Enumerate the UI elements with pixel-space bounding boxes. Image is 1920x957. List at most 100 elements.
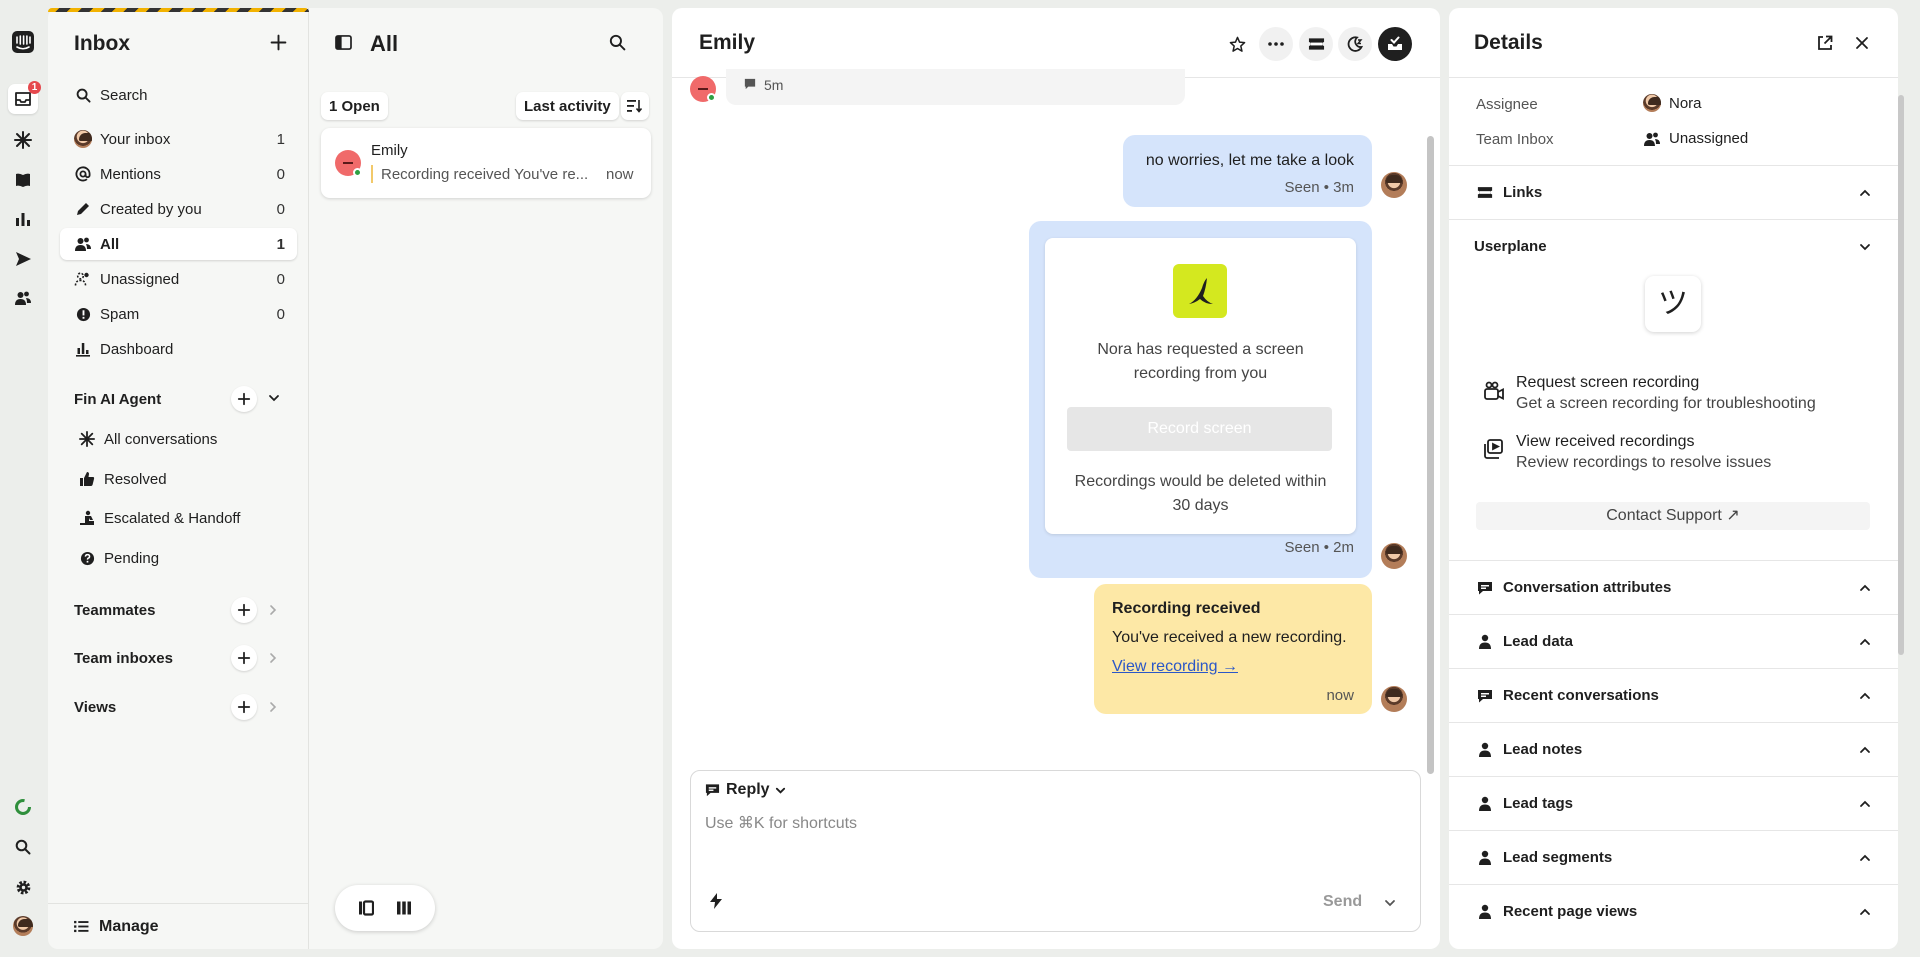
lead-data-section[interactable]: Lead data <box>1449 614 1898 668</box>
fin-nav-icon[interactable] <box>10 127 36 153</box>
chevron-up-icon <box>1859 906 1871 918</box>
reports-nav-icon[interactable] <box>10 206 36 232</box>
fin-item-resolved[interactable]: Resolved <box>78 463 167 495</box>
ticket-icon[interactable] <box>1299 27 1333 61</box>
status-ring-icon[interactable] <box>10 794 36 820</box>
single-pane-layout-icon[interactable] <box>358 900 374 916</box>
toggle-sidebar-icon[interactable] <box>335 35 352 50</box>
sidebar-item-mentions[interactable]: Mentions 0 <box>60 158 297 190</box>
fin-section-title[interactable]: Fin AI Agent <box>74 391 161 408</box>
question-circle-icon <box>78 549 96 567</box>
search-icon[interactable] <box>609 34 626 51</box>
person-icon <box>1476 633 1494 651</box>
chevron-up-icon <box>1859 582 1871 594</box>
conversation-list-item[interactable]: Emily Recording received You've re... no… <box>321 128 651 198</box>
teammates-add-plus-icon[interactable] <box>231 597 257 623</box>
send-button[interactable]: Send <box>1323 893 1362 911</box>
reply-mode-label: Reply <box>726 781 770 798</box>
lead-segments-section[interactable]: Lead segments <box>1449 830 1898 884</box>
fin-add-plus-icon[interactable] <box>231 386 257 412</box>
fin-item-all-conversations[interactable]: All conversations <box>78 423 217 455</box>
bar-chart-icon <box>74 340 92 358</box>
received-title: Recording received <box>1112 600 1261 617</box>
chevron-right-icon[interactable] <box>268 604 278 616</box>
conversation-name: Emily <box>371 142 408 159</box>
sort-dropdown[interactable]: Last activity <box>516 92 619 120</box>
teammates-section-title[interactable]: Teammates <box>74 602 155 619</box>
intercom-logo-icon[interactable] <box>10 29 36 55</box>
columns-layout-icon[interactable] <box>396 900 412 916</box>
more-options-icon[interactable] <box>1259 27 1293 61</box>
sidebar-item-count: 1 <box>276 130 285 148</box>
outbound-nav-icon[interactable] <box>10 246 36 272</box>
contact-support-button[interactable]: Contact Support ↗ <box>1476 502 1870 530</box>
details-scrollbar[interactable] <box>1898 95 1904 655</box>
sort-order-icon[interactable] <box>621 92 649 120</box>
open-filter-pill[interactable]: 1 Open <box>321 92 388 120</box>
links-label: Links <box>1503 184 1543 201</box>
sidebar-item-count: 1 <box>276 235 285 253</box>
conversation-scrollbar[interactable] <box>1427 136 1434 774</box>
sidebar-item-your-inbox[interactable]: Your inbox 1 <box>60 123 297 155</box>
star-icon[interactable] <box>1220 27 1254 61</box>
reply-mode-dropdown[interactable]: Reply <box>705 781 786 799</box>
fin-item-label: All conversations <box>104 430 218 448</box>
assignee-value[interactable]: Nora <box>1643 94 1702 112</box>
snooze-moon-icon[interactable] <box>1338 27 1372 61</box>
open-external-icon[interactable] <box>1817 35 1833 51</box>
message-text: no worries, let me take a look <box>1145 152 1354 169</box>
chevron-down-icon <box>1859 241 1871 253</box>
lead-notes-section[interactable]: Lead notes <box>1449 722 1898 776</box>
close-icon[interactable] <box>1855 36 1869 50</box>
fin-item-label: Escalated & Handoff <box>104 509 241 527</box>
recordings-gallery-icon <box>1483 438 1505 460</box>
lead-tags-section[interactable]: Lead tags <box>1449 776 1898 830</box>
conversation-header: Emily <box>672 8 1440 78</box>
ticket-icon <box>1476 184 1494 202</box>
team-inboxes-add-plus-icon[interactable] <box>231 645 257 671</box>
shortcuts-bolt-icon[interactable] <box>709 893 723 909</box>
chevron-right-icon[interactable] <box>268 652 278 664</box>
userplane-app-logo: ツ <box>1645 276 1701 332</box>
contacts-nav-icon[interactable] <box>10 285 36 311</box>
team-inbox-value[interactable]: Unassigned <box>1643 130 1748 147</box>
recent-conversations-section[interactable]: Recent conversations <box>1449 668 1898 722</box>
knowledge-nav-icon[interactable] <box>10 167 36 193</box>
views-add-plus-icon[interactable] <box>231 694 257 720</box>
profile-avatar[interactable] <box>10 913 36 939</box>
settings-gear-icon[interactable] <box>10 874 36 900</box>
team-inboxes-section-title[interactable]: Team inboxes <box>74 650 173 667</box>
unassigned-people-icon <box>74 270 92 288</box>
close-conversation-icon[interactable] <box>1378 27 1412 61</box>
chevron-right-icon[interactable] <box>268 701 278 713</box>
sidebar-item-all[interactable]: All 1 <box>60 228 297 260</box>
composer-input[interactable]: Use ⌘K for shortcuts <box>705 813 1405 833</box>
record-screen-button[interactable]: Record screen <box>1067 407 1332 451</box>
conversation-attributes-section[interactable]: Conversation attributes <box>1449 560 1898 614</box>
sidebar-item-dashboard[interactable]: Dashboard <box>60 333 297 365</box>
fin-item-pending[interactable]: Pending <box>78 542 159 574</box>
send-options-chevron-icon[interactable] <box>1384 898 1396 908</box>
search-icon[interactable] <box>10 834 36 860</box>
new-conversation-plus-icon[interactable] <box>270 34 287 51</box>
sidebar-item-spam[interactable]: Spam 0 <box>60 298 297 330</box>
assignee-name: Nora <box>1669 94 1702 112</box>
note-bubble: 5m <box>726 69 1185 105</box>
view-recording-link[interactable]: View recording → <box>1112 658 1238 676</box>
received-text: You've received a new recording. <box>1112 629 1347 646</box>
manage-button[interactable]: Manage <box>48 903 309 949</box>
userplane-section[interactable]: Userplane <box>1449 219 1898 273</box>
recent-page-views-section[interactable]: Recent page views <box>1449 884 1898 938</box>
sidebar-item-created-by-you[interactable]: Created by you 0 <box>60 193 297 225</box>
recording-request-card: Nora has requested a screen recording fr… <box>1045 238 1356 534</box>
userplane-action-title[interactable]: View received recordings <box>1516 433 1694 451</box>
online-status-dot <box>353 168 362 177</box>
chevron-down-icon[interactable] <box>268 392 280 404</box>
links-section[interactable]: Links <box>1449 165 1898 219</box>
sidebar-item-unassigned[interactable]: Unassigned 0 <box>60 263 297 295</box>
fin-item-escalated[interactable]: Escalated & Handoff <box>78 502 240 534</box>
inbox-nav-icon[interactable]: 1 <box>8 81 41 114</box>
views-section-title[interactable]: Views <box>74 699 116 716</box>
userplane-action-title[interactable]: Request screen recording <box>1516 374 1699 392</box>
sidebar-search[interactable]: Search <box>60 79 297 111</box>
